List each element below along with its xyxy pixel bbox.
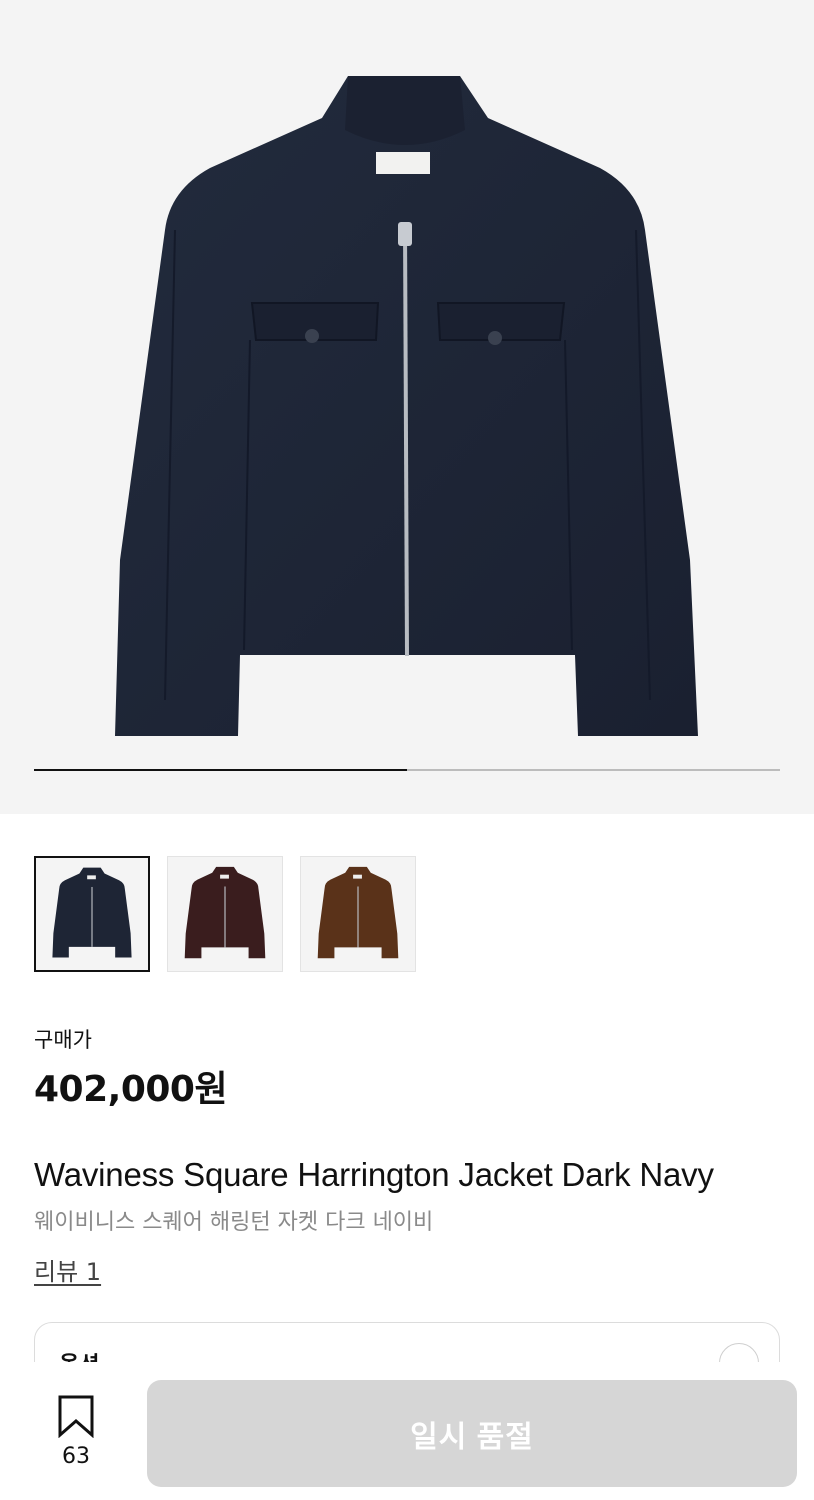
jacket-thumbnail-image — [317, 866, 399, 959]
gallery-progress-fill — [34, 769, 407, 771]
jacket-thumbnail-image — [52, 867, 132, 958]
bookmark-count: 63 — [62, 1444, 90, 1469]
color-thumbnail[interactable] — [167, 856, 283, 972]
soldout-button[interactable]: 일시 품절 — [147, 1380, 797, 1487]
product-name-ko: 웨이비니스 스퀘어 해링턴 자켓 다크 네이비 — [34, 1210, 434, 1235]
bookmark-icon — [58, 1395, 94, 1438]
color-thumbnails — [34, 856, 416, 972]
color-thumbnail[interactable] — [34, 856, 150, 972]
jacket-thumbnail-image — [184, 866, 266, 959]
bottom-action-bar: 63 일시 품절 — [0, 1362, 814, 1500]
product-name-en: Waviness Square Harrington Jacket Dark N… — [34, 1156, 714, 1193]
bookmark-button[interactable]: 63 — [46, 1394, 106, 1474]
product-image-gallery[interactable] — [0, 0, 814, 814]
price-value: 402,000원 — [34, 1069, 228, 1110]
color-thumbnail[interactable] — [300, 856, 416, 972]
review-link[interactable]: 리뷰 1 — [34, 1252, 101, 1287]
jacket-image — [115, 76, 698, 736]
price-label: 구매가 — [34, 1028, 92, 1052]
gallery-progress-bar — [34, 769, 780, 771]
